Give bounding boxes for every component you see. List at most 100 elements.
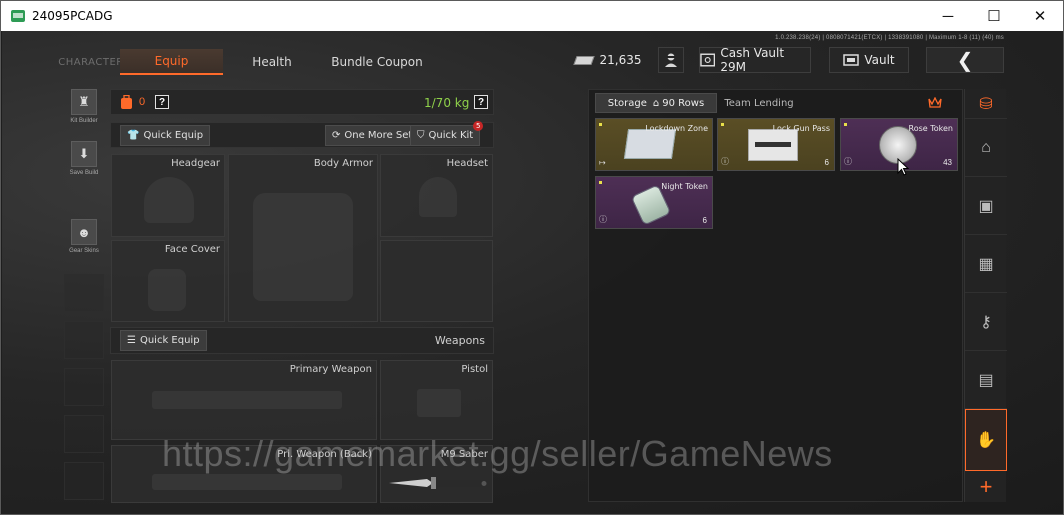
quick-kit-badge: 5 [473,121,484,131]
rail-stack-button[interactable]: ⛁ [965,89,1007,119]
sort-button[interactable] [921,93,949,113]
tab-storage[interactable]: Storage ⌂ 90 Rows [595,93,717,113]
add-button[interactable]: + [965,473,1007,501]
maximize-button[interactable]: ☐ [971,1,1017,31]
primary-weapon-label: Primary Weapon [289,364,372,375]
hand-icon: ✋ [976,432,996,449]
item-card[interactable]: Lock Gun Pass 6 ⓘ [717,118,835,171]
app-icon [11,10,25,22]
item-name: Lockdown Zone [645,124,708,133]
save-build-button[interactable]: ⬇ Save Build [62,141,106,176]
close-button[interactable]: ✕ [1017,1,1063,31]
stack-icon: ⛁ [979,95,993,113]
mask-silhouette-icon [148,269,186,311]
face-cover-label: Face Cover [164,244,220,255]
one-more-set-button[interactable]: ⟳ One More Set [325,125,420,146]
sidebar-empty-slot [64,368,104,406]
rail-cash-button[interactable]: ▤ [965,351,1007,409]
weight-help-icon[interactable]: ? [474,95,488,109]
agent-button[interactable] [658,47,684,73]
headset-slot[interactable]: Headset [380,154,493,237]
headgear-label: Headgear [171,158,220,169]
money-display: 21,635 [572,47,642,73]
build-info: 1.0.238.238(24) | 0808071421(ETCX) | 133… [775,35,1004,41]
gun-pass-image [748,129,798,161]
tab-health[interactable]: Health [232,49,312,75]
cash-vault-label: Cash Vault 29M [720,46,785,74]
weapons-quick-equip-label: Quick Equip [139,335,200,346]
item-marker [599,123,602,126]
tab-equip[interactable]: Equip [120,49,223,75]
sidebar-empty-slot [64,321,104,359]
quick-kit-button[interactable]: ⛉ Quick Kit 5 [410,121,484,146]
game-viewport: 1.0.238.238(24) | 0808071421(ETCX) | 133… [2,31,1063,514]
vault-button[interactable]: Vault [829,47,909,73]
category-rail: ⛁ ⌂ ▣ ▦ ⚷ ▤ ✋ + [964,89,1007,502]
headgear-slot[interactable]: Headgear [111,154,225,237]
weight-indicator: 1/70 kg [424,96,470,110]
sort-icon [928,97,942,108]
item-card[interactable]: Night Token 6 ⓘ [595,176,713,229]
quick-equip-button[interactable]: 👕 Quick Equip [120,125,211,146]
sidebar-empty-slot [64,462,104,500]
face-cover-slot[interactable]: Face Cover [111,240,225,322]
agent-icon [665,53,677,67]
mouse-cursor-icon [897,158,909,176]
gear-skins-button[interactable]: ☻ Gear Skins [62,219,106,254]
tab-character[interactable]: CHARACTER [58,49,123,75]
item-name: Lock Gun Pass [772,124,830,133]
headset-label: Headset [446,158,488,169]
tab-bundle-coupon[interactable]: Bundle Coupon [327,49,427,75]
rail-home-button[interactable]: ⌂ [965,119,1007,177]
tab-team-lending[interactable]: Team Lending [721,93,797,113]
save-build-label: Save Build [69,170,99,176]
minimize-button[interactable]: ─ [925,1,971,31]
vault-icon [843,54,860,66]
rail-gear-button[interactable]: ▣ [965,177,1007,235]
body-armor-slot[interactable]: Body Armor [228,154,378,322]
rail-special-button[interactable]: ✋ [965,409,1007,471]
rail-keys-button[interactable]: ⚷ [965,293,1007,351]
weapons-bar: ☰ Quick Equip Weapons [110,327,494,354]
back-button[interactable]: ❮ [926,47,1004,73]
watermark-text: https://gamemarket.gg/seller/GameNews [162,433,833,474]
storage-rows: 90 Rows [662,97,705,109]
kit-builder-button[interactable]: ♜ Kit Builder [62,89,106,124]
vault-label: Vault [864,53,895,67]
shield-icon: ⛉ [417,130,425,141]
quick-kit-label: Quick Kit [428,130,474,141]
armor-silhouette-icon [253,193,353,301]
keycard-box-image [623,129,677,159]
helmet-silhouette-icon [144,177,194,223]
rail-supplies-button[interactable]: ▦ [965,235,1007,293]
backpack-help-icon[interactable]: ? [155,95,169,109]
info-icon: ⓘ [844,157,852,166]
storage-tab-label: Storage [607,97,647,109]
backpack-icon [121,95,132,109]
game-window: 24095PCADG ─ ☐ ✕ 1.0.238.238(24) | 08080… [0,0,1064,515]
gear-bag-icon: ▣ [978,197,994,215]
pistol-label: Pistol [461,364,488,375]
cash-vault-button[interactable]: Cash Vault 29M [699,46,811,74]
item-card[interactable]: Lockdown Zone ↦ [595,118,713,171]
download-icon: ⬇ [71,141,97,167]
plus-icon: + [979,474,993,499]
item-name: Night Token [661,182,708,191]
pistol-silhouette-icon [417,389,461,417]
capacity-bar: 0 ? 1/70 kg ? [110,89,494,115]
pistol-slot[interactable]: Pistol [380,360,493,440]
item-marker [721,123,724,126]
gear-skins-label: Gear Skins [69,248,99,254]
primary-weapon-slot[interactable]: Primary Weapon [111,360,377,440]
cash-stack-icon: ▤ [978,371,994,389]
supplies-icon: ▦ [978,255,994,273]
item-quantity: 6 [824,158,829,167]
safe-icon [700,53,716,67]
weapons-header: Weapons [434,334,485,347]
kit-builder-icon: ♜ [71,89,97,115]
weapons-quick-equip-button[interactable]: ☰ Quick Equip [120,330,207,351]
info-icon: ⓘ [599,215,607,224]
equip-actions-bar: 👕 Quick Equip ⟳ One More Set ⛉ Quick Kit… [110,121,494,148]
one-more-set-label: One More Set [344,130,413,141]
sidebar-empty-slot [64,415,104,453]
